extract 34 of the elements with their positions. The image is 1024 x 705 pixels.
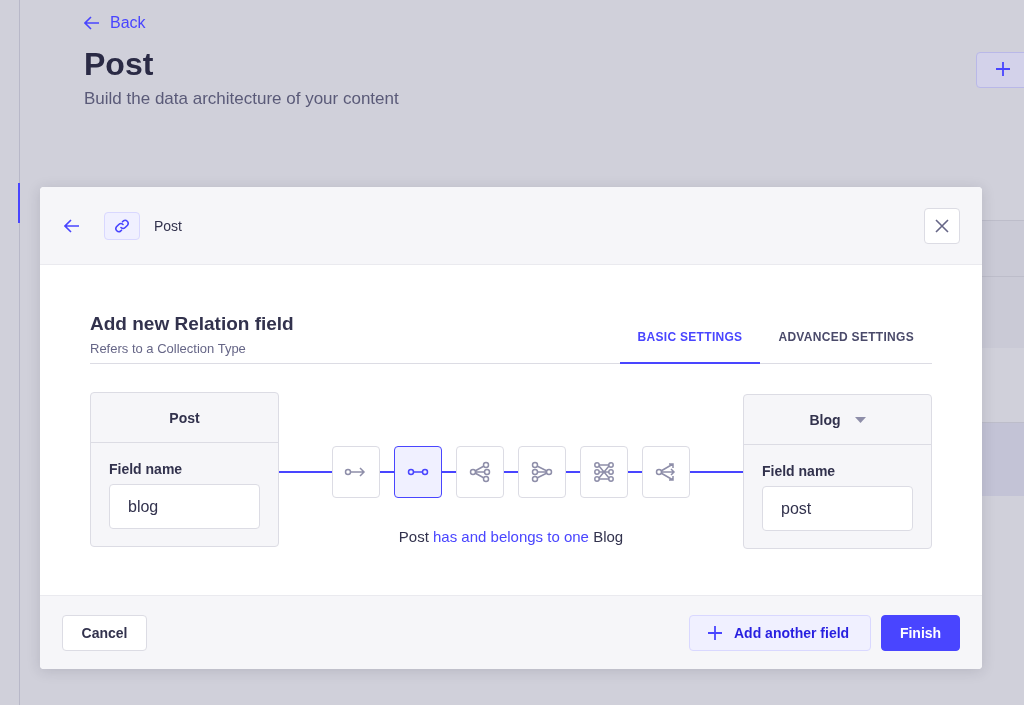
- page-subtitle: Build the data architecture of your content: [84, 89, 399, 109]
- close-icon: [935, 218, 949, 233]
- target-dropdown[interactable]: Blog: [805, 407, 870, 432]
- modal-subheading: Refers to a Collection Type: [90, 341, 247, 356]
- active-indicator: [18, 183, 20, 223]
- settings-tab[interactable]: ADVANCED SETTINGS: [760, 322, 932, 364]
- field-label: Field name: [762, 463, 837, 479]
- link-icon: [114, 217, 130, 234]
- branch-icon: [468, 460, 492, 484]
- close-button[interactable]: [924, 207, 960, 244]
- merge-icon: [530, 460, 554, 484]
- page-title: Post: [84, 46, 155, 83]
- back-button[interactable]: [62, 216, 82, 235]
- field-name-input[interactable]: post: [762, 486, 913, 531]
- relation-type-button[interactable]: [394, 446, 442, 498]
- field-name-input[interactable]: blog: [109, 484, 260, 529]
- back-link[interactable]: Back: [84, 14, 399, 32]
- field-label: Field name: [109, 461, 184, 477]
- settings-tab[interactable]: BASIC SETTINGS: [619, 322, 761, 364]
- arrow-left-icon: [64, 218, 80, 233]
- split-arrow-icon: [654, 460, 678, 484]
- add-button[interactable]: [976, 52, 1024, 88]
- cancel-button[interactable]: Cancel: [62, 614, 147, 651]
- finish-button[interactable]: Finish: [881, 614, 960, 651]
- relation-description: Post has and belongs to one Blog: [398, 528, 624, 545]
- modal-heading: Add new Relation field: [90, 313, 294, 335]
- breadcrumb: Post: [154, 217, 182, 234]
- caret-icon: [854, 416, 866, 423]
- arrow-left-icon: [84, 16, 100, 30]
- plus-icon: [995, 60, 1011, 77]
- add-another-field-button[interactable]: Add another field: [689, 614, 871, 651]
- network-icon: [592, 460, 616, 484]
- entity-name: Post: [169, 409, 200, 426]
- plus-icon: [708, 625, 722, 640]
